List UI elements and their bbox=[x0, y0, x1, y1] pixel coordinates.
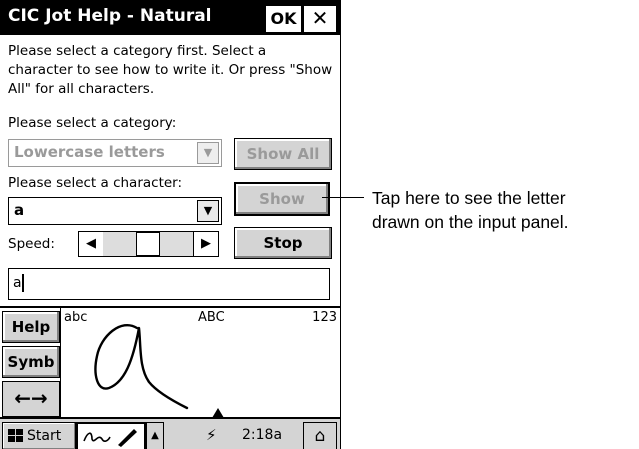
scroll-right-icon[interactable]: ▶ bbox=[193, 231, 219, 257]
scroll-left-icon[interactable]: ◀ bbox=[78, 231, 104, 257]
text-input-value: a bbox=[13, 275, 22, 291]
system-tray: ⚡ 2:18a bbox=[206, 422, 300, 448]
speed-track[interactable] bbox=[103, 231, 193, 257]
taskbar: Start ▲ ⚡ 2:18a ⌂ bbox=[0, 417, 340, 449]
character-value: a bbox=[14, 201, 25, 219]
dropdown-arrow-icon[interactable]: ▼ bbox=[197, 200, 219, 222]
help-button[interactable]: Help bbox=[2, 311, 60, 343]
speed-slider[interactable]: ◀ ▶ bbox=[78, 231, 219, 257]
callout-line-1: Tap here to see the letter bbox=[372, 188, 566, 208]
text-input[interactable]: a bbox=[8, 268, 330, 300]
text-caret bbox=[22, 274, 24, 292]
input-method-button[interactable] bbox=[76, 422, 146, 449]
device-screen: CIC Jot Help - Natural OK ✕ Please selec… bbox=[0, 0, 341, 449]
pen-input-icon bbox=[83, 429, 137, 447]
callout-text: Tap here to see the letter drawn on the … bbox=[372, 186, 569, 234]
clock: 2:18a bbox=[242, 427, 283, 443]
show-all-button[interactable]: Show All bbox=[234, 138, 332, 170]
character-label: Please select a character: bbox=[8, 175, 183, 191]
category-label: Please select a category: bbox=[8, 115, 177, 131]
start-button[interactable]: Start bbox=[2, 422, 76, 449]
handwritten-letter-a bbox=[94, 324, 224, 418]
close-icon[interactable]: ✕ bbox=[303, 5, 337, 33]
handwriting-area[interactable]: abc ABC 123 bbox=[60, 308, 340, 418]
desktop-icon[interactable]: ⌂ bbox=[303, 422, 337, 449]
character-dropdown[interactable]: a ▼ bbox=[8, 197, 222, 225]
symb-button[interactable]: Symb bbox=[2, 346, 60, 378]
ok-button[interactable]: OK bbox=[265, 5, 302, 33]
category-dropdown[interactable]: Lowercase letters ▼ bbox=[8, 139, 222, 167]
title-bar: CIC Jot Help - Natural OK ✕ bbox=[0, 0, 340, 35]
dropdown-arrow-icon[interactable]: ▼ bbox=[197, 142, 219, 164]
power-plug-icon: ⚡ bbox=[206, 426, 217, 444]
stop-button[interactable]: Stop bbox=[234, 227, 332, 259]
cursor-arrows-button[interactable]: ←→ bbox=[2, 381, 60, 417]
speed-thumb[interactable] bbox=[136, 232, 160, 256]
up-arrow-icon[interactable]: ▲ bbox=[146, 422, 164, 449]
start-label: Start bbox=[27, 428, 62, 444]
speed-label: Speed: bbox=[8, 236, 55, 252]
show-button[interactable]: Show bbox=[234, 182, 330, 216]
instructions-text: Please select a category first. Select a… bbox=[8, 43, 333, 97]
category-value: Lowercase letters bbox=[14, 143, 165, 161]
window-title: CIC Jot Help - Natural bbox=[8, 6, 212, 26]
callout-line-2: drawn on the input panel. bbox=[372, 212, 569, 232]
callout-line bbox=[322, 197, 364, 198]
windows-flag-icon bbox=[8, 429, 23, 442]
